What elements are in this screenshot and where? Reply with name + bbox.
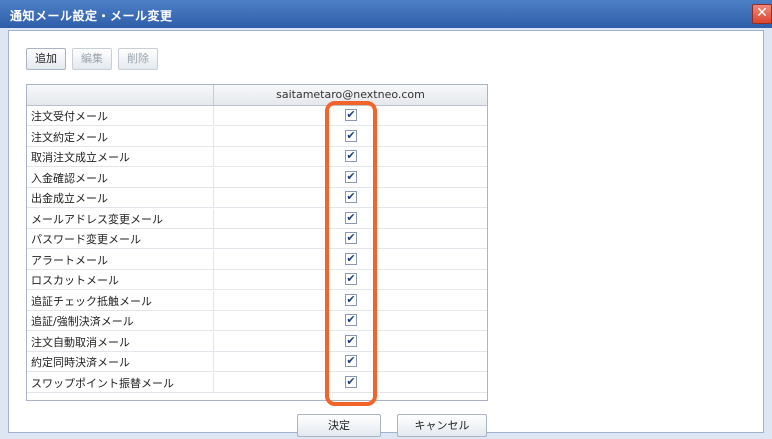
close-button[interactable]: ✕ bbox=[752, 4, 772, 24]
notification-type-label: 出金成立メール bbox=[31, 192, 108, 205]
table-row: 入金確認メール ✔ bbox=[27, 167, 487, 188]
column-divider bbox=[213, 188, 214, 207]
notification-type-label: アラートメール bbox=[31, 253, 108, 267]
column-divider bbox=[213, 311, 214, 330]
table-row: 注文自動取消メール ✔ bbox=[27, 331, 487, 352]
table-row: アラートメール ✔ bbox=[27, 249, 487, 270]
table-row: 取消注文成立メール ✔ bbox=[27, 147, 487, 167]
notification-type-label: 取消注文成立メール bbox=[31, 151, 130, 164]
notification-grid: saitametaro@nextneo.com 注文受付メール ✔ 注文約定メール ✔… bbox=[26, 84, 488, 401]
header-blank-cell bbox=[27, 85, 214, 105]
table-row: メールアドレス変更メール ✔ bbox=[27, 208, 487, 229]
table-row: 約定同時決済メール ✔ bbox=[27, 352, 487, 372]
notification-type-label: 追証/強制決済メール bbox=[31, 315, 134, 328]
notification-type-label: 追証チェック抵触メール bbox=[31, 294, 152, 308]
notification-type-label: 注文受付メール bbox=[31, 110, 108, 123]
column-divider bbox=[213, 229, 214, 248]
column-divider bbox=[213, 352, 214, 371]
table-row: 注文受付メール ✔ bbox=[27, 106, 487, 126]
table-row: 追証チェック抵触メール ✔ bbox=[27, 290, 487, 311]
edit-button[interactable]: 編集 bbox=[72, 48, 112, 70]
add-button[interactable]: 追加 bbox=[26, 48, 66, 70]
column-divider bbox=[213, 126, 214, 146]
notification-mail-dialog: 通知メール設定・メール変更 ✕ 追加 編集 削除 saitametaro@nex… bbox=[0, 0, 772, 439]
column-divider bbox=[213, 106, 214, 125]
column-divider bbox=[213, 372, 214, 392]
notification-type-label: パスワード変更メール bbox=[31, 233, 141, 246]
table-row: パスワード変更メール ✔ bbox=[27, 229, 487, 249]
column-divider bbox=[213, 147, 214, 166]
title-bar: 通知メール設定・メール変更 ✕ bbox=[0, 0, 772, 28]
checkbox-column-highlight bbox=[325, 101, 377, 406]
delete-button[interactable]: 削除 bbox=[118, 48, 158, 70]
table-row: 出金成立メール ✔ bbox=[27, 188, 487, 208]
column-divider bbox=[213, 167, 214, 187]
notification-type-label: スワップポイント振替メール bbox=[31, 376, 174, 390]
notification-type-label: 約定同時決済メール bbox=[31, 356, 130, 369]
notification-type-label: ロスカットメール bbox=[31, 274, 119, 287]
notification-type-label: メールアドレス変更メール bbox=[31, 212, 163, 226]
column-divider bbox=[213, 331, 214, 351]
close-icon: ✕ bbox=[756, 5, 768, 21]
table-row: 追証/強制決済メール ✔ bbox=[27, 311, 487, 331]
column-divider bbox=[213, 270, 214, 289]
table-row: 注文約定メール ✔ bbox=[27, 126, 487, 147]
notification-type-label: 注文約定メール bbox=[31, 130, 108, 144]
grid-header: saitametaro@nextneo.com bbox=[27, 85, 487, 106]
table-row: ロスカットメール ✔ bbox=[27, 270, 487, 290]
column-divider bbox=[213, 249, 214, 269]
cancel-button[interactable]: キャンセル bbox=[397, 414, 487, 437]
column-divider bbox=[213, 208, 214, 228]
notification-type-label: 注文自動取消メール bbox=[31, 335, 130, 349]
ok-button[interactable]: 決定 bbox=[297, 414, 381, 437]
window-title: 通知メール設定・メール変更 bbox=[10, 9, 173, 23]
column-divider bbox=[213, 290, 214, 310]
notification-type-label: 入金確認メール bbox=[31, 171, 108, 185]
table-row: スワップポイント振替メール ✔ bbox=[27, 372, 487, 393]
